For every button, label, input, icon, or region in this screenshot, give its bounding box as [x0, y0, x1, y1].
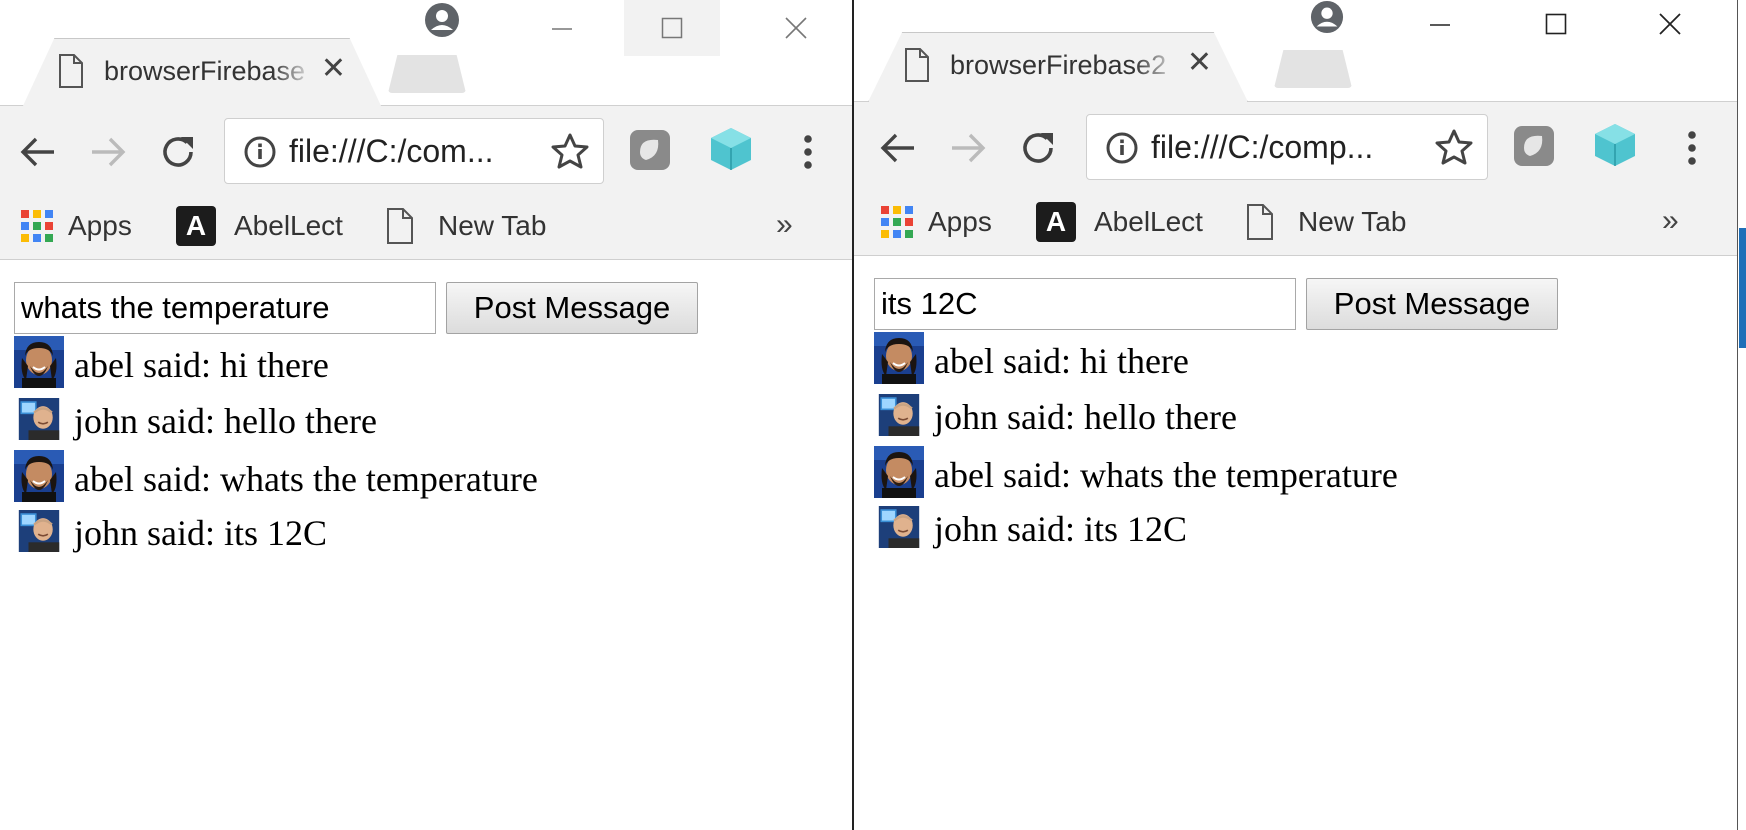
bookmarks-overflow-button[interactable]: »: [1662, 204, 1679, 238]
url-text: file:///C:/com...: [289, 133, 494, 169]
page-icon: [1247, 204, 1273, 240]
profile-icon[interactable]: [1310, 0, 1346, 36]
reload-icon[interactable]: [1016, 126, 1060, 170]
cube-extension-icon[interactable]: [1590, 120, 1640, 170]
message-text: abel said: hi there: [74, 345, 329, 385]
browser-window-right: browserFirebase2 ✕ file:///C:/comp... Ap…: [852, 0, 1737, 830]
tab-close-icon[interactable]: ✕: [1187, 48, 1212, 78]
avatar: [14, 510, 64, 552]
abellect-logo-icon: A: [176, 206, 216, 246]
kebab-menu-icon[interactable]: [1670, 126, 1714, 170]
avatar: [14, 336, 64, 388]
shield-extension-icon[interactable]: [626, 126, 674, 174]
minimize-button[interactable]: [536, 8, 588, 48]
bookmark-label: Apps: [928, 206, 992, 237]
abellect-logo-icon: A: [1036, 202, 1076, 242]
maximize-button[interactable]: [624, 0, 720, 56]
message-text: abel said: hi there: [934, 341, 1189, 381]
background-window-edge: [1737, 0, 1746, 830]
tab-close-icon[interactable]: ✕: [321, 54, 346, 84]
avatar: [14, 450, 64, 502]
bookmark-abellect[interactable]: A AbelLect: [1036, 202, 1203, 242]
bookmark-label: Apps: [68, 210, 132, 241]
close-window-button[interactable]: [770, 8, 822, 48]
bookmark-apps[interactable]: Apps: [880, 202, 992, 242]
browser-toolbar: file:///C:/comp... Apps A AbelLect New T…: [854, 102, 1737, 256]
bookmark-label: AbelLect: [234, 210, 343, 241]
bookmark-label: AbelLect: [1094, 206, 1203, 237]
profile-icon[interactable]: [424, 2, 460, 38]
message-text: abel said: whats the temperature: [74, 459, 538, 499]
bookmark-new-tab[interactable]: New Tab: [1246, 202, 1406, 242]
page-icon: [387, 208, 413, 244]
page-icon: [58, 54, 84, 93]
tab-title: browserFirebase2: [950, 50, 1167, 80]
tab-title: browserFirebase: [104, 56, 306, 86]
bookmark-label: New Tab: [438, 210, 547, 241]
star-icon[interactable]: [551, 133, 589, 174]
minimize-button[interactable]: [1414, 4, 1466, 44]
message-text: john said: hello there: [934, 397, 1237, 437]
reload-icon[interactable]: [156, 130, 200, 174]
back-arrow-icon[interactable]: [876, 126, 920, 170]
title-bar: browserFirebase2 ✕: [854, 0, 1737, 102]
page-icon: [904, 48, 930, 87]
kebab-menu-icon[interactable]: [786, 130, 830, 174]
browser-toolbar: file:///C:/com... Apps A AbelLect New Ta…: [0, 106, 852, 260]
back-arrow-icon[interactable]: [16, 130, 60, 174]
url-text: file:///C:/comp...: [1151, 129, 1374, 165]
bookmark-abellect[interactable]: A AbelLect: [176, 206, 343, 246]
bookmarks-overflow-button[interactable]: »: [776, 208, 793, 242]
avatar: [874, 394, 924, 436]
new-tab-button[interactable]: [388, 55, 466, 93]
avatar: [874, 446, 924, 498]
shield-extension-icon[interactable]: [1510, 122, 1558, 170]
message-text: john said: its 12C: [934, 509, 1188, 549]
title-bar: browserFirebase ✕: [0, 0, 852, 108]
star-icon[interactable]: [1435, 129, 1473, 170]
post-message-button[interactable]: Post Message: [1306, 278, 1558, 330]
address-bar[interactable]: file:///C:/comp...: [1086, 114, 1488, 180]
bookmarks-bar: Apps A AbelLect New Tab »: [854, 192, 1737, 252]
forward-arrow-icon[interactable]: [86, 130, 130, 174]
browser-window-left: browserFirebase ✕ file:///C:/com... Apps…: [0, 0, 852, 830]
info-icon[interactable]: [243, 135, 277, 174]
apps-grid-icon: [881, 206, 913, 238]
cube-extension-icon[interactable]: [706, 124, 756, 174]
message-text: abel said: whats the temperature: [934, 455, 1398, 495]
address-bar[interactable]: file:///C:/com...: [224, 118, 604, 184]
avatar: [874, 332, 924, 384]
bookmark-new-tab[interactable]: New Tab: [386, 206, 546, 246]
close-window-button[interactable]: [1644, 4, 1696, 44]
info-icon[interactable]: [1105, 131, 1139, 170]
post-message-button[interactable]: Post Message: [446, 282, 698, 334]
bookmarks-bar: Apps A AbelLect New Tab »: [0, 196, 852, 256]
message-text: john said: its 12C: [74, 513, 328, 553]
avatar: [14, 398, 64, 440]
message-input[interactable]: [874, 278, 1296, 330]
new-tab-button[interactable]: [1274, 50, 1352, 88]
forward-arrow-icon[interactable]: [946, 126, 990, 170]
bookmark-label: New Tab: [1298, 206, 1407, 237]
avatar: [874, 506, 924, 548]
apps-grid-icon: [21, 210, 53, 242]
message-input[interactable]: [14, 282, 436, 334]
message-text: john said: hello there: [74, 401, 377, 441]
bookmark-apps[interactable]: Apps: [20, 206, 132, 246]
maximize-button[interactable]: [1530, 4, 1582, 44]
